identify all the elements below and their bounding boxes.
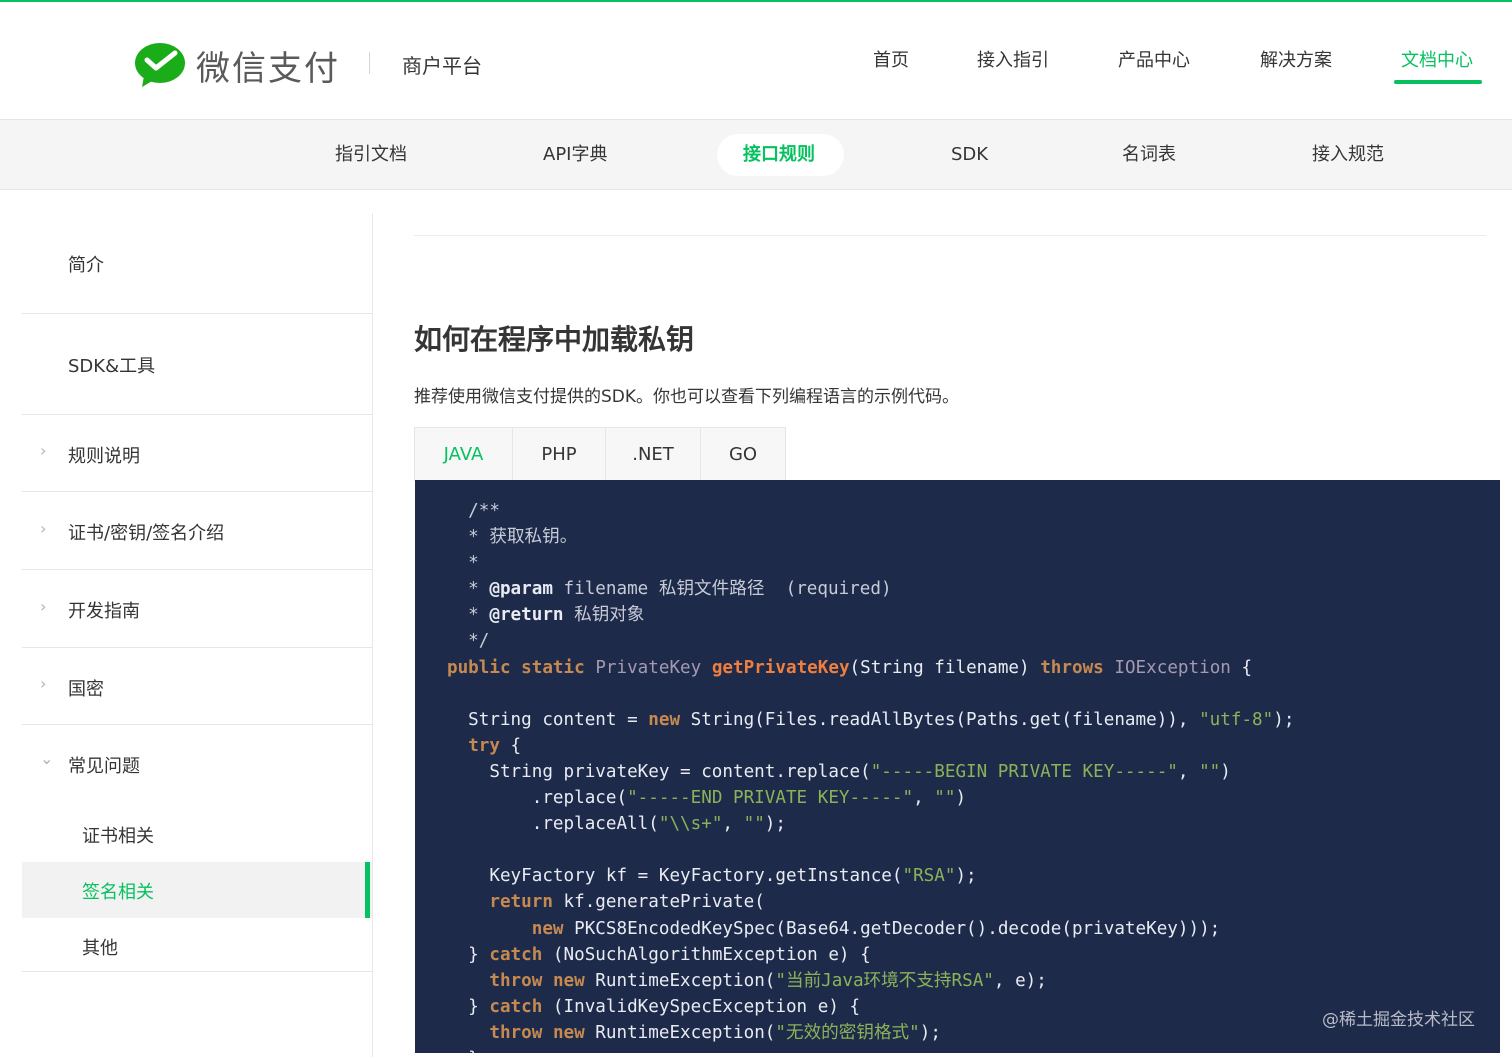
sidebar-subitem-cert[interactable]: 证书相关 [22, 806, 372, 862]
tab-glossary[interactable]: 名词表 [1122, 120, 1176, 189]
doc-subnav: 指引文档 API字典 接口规则 SDK 名词表 接入规范 [0, 120, 1512, 190]
active-indicator [365, 862, 370, 918]
chevron-right-icon: › [40, 519, 47, 538]
tab-interface-rules[interactable]: 接口规则 [743, 120, 815, 189]
tab-dotnet[interactable]: .NET [606, 428, 701, 481]
nav-access-guide[interactable]: 接入指引 [977, 46, 1049, 72]
sidebar-item-dev-guide[interactable]: › 开发指南 [22, 570, 372, 648]
sidebar-item-label: 国密 [68, 679, 104, 700]
sidebar-item-label: 证书/密钥/签名介绍 [68, 523, 225, 544]
sidebar-item-label: 简介 [68, 255, 104, 276]
sidebar-item-label: 开发指南 [68, 601, 140, 622]
tab-access-spec[interactable]: 接入规范 [1312, 120, 1384, 189]
sidebar-subitem-label: 其他 [82, 938, 118, 959]
chevron-right-icon: › [40, 441, 47, 460]
sidebar-item-label: 常见问题 [68, 756, 140, 777]
sidebar-item-rules[interactable]: › 规则说明 [22, 415, 372, 492]
sidebar-subitem-other[interactable]: 其他 [22, 918, 372, 974]
code-line: * @return 私钥对象 [447, 605, 645, 626]
tab-php[interactable]: PHP [513, 428, 606, 481]
code-line: try { [468, 735, 522, 756]
sidebar: 简介 SDK&工具 › 规则说明 › 证书/密钥/签名介绍 › 开发指南 › 国… [22, 213, 372, 1057]
chevron-down-icon: ⌄ [40, 749, 54, 768]
nav-home[interactable]: 首页 [873, 46, 909, 72]
code-line: } catch (InvalidKeySpecException e) { [447, 996, 861, 1017]
code-line: * 获取私钥。 [447, 527, 578, 548]
tab-guide-docs[interactable]: 指引文档 [335, 120, 407, 189]
sidebar-item-faq[interactable]: ⌄ 常见问题 证书相关 签名相关 其他 [22, 725, 372, 972]
code-line: String content = new String(Files.readAl… [447, 709, 1295, 730]
tab-sdk[interactable]: SDK [951, 120, 988, 189]
sidebar-subitem-label: 证书相关 [82, 826, 154, 847]
code-line: * [447, 553, 479, 574]
sidebar-item-national-crypto[interactable]: › 国密 [22, 648, 372, 725]
nav-active-underline [1394, 80, 1482, 84]
sidebar-item-sdk-tools[interactable]: SDK&工具 [22, 314, 372, 415]
code-line: new PKCS8EncodedKeySpec(Base64.getDecode… [531, 918, 1221, 939]
code-line: throw new RuntimeException("无效的密钥格式"); [489, 1022, 941, 1043]
nav-doc-center[interactable]: 文档中心 [1401, 46, 1473, 72]
code-line: public static PrivateKey getPrivateKey(S… [447, 657, 1253, 678]
sidebar-item-label: SDK&工具 [68, 356, 156, 377]
watermark: @稀土掘金技术社区 [1322, 1010, 1475, 1030]
code-line: /** [447, 501, 500, 521]
code-line: * @param filename 私钥文件路径 (required) [447, 579, 892, 600]
code-line: */ [447, 631, 490, 652]
code-line: return kf.generatePrivate( [489, 892, 765, 913]
sidebar-divider [372, 213, 373, 1057]
chevron-right-icon: › [40, 674, 47, 693]
sidebar-item-label: 规则说明 [68, 446, 140, 467]
tab-go[interactable]: GO [701, 428, 785, 481]
code-content: /** * 获取私钥。 * * @param filename 私钥文件路径 (… [447, 498, 1294, 1053]
site-header: 微信支付 商户平台 首页 接入指引 产品中心 解决方案 文档中心 [0, 2, 1512, 120]
tab-api-dictionary[interactable]: API字典 [543, 120, 607, 189]
nav-product-center[interactable]: 产品中心 [1118, 46, 1190, 72]
code-language-tabs: JAVA PHP .NET GO [414, 427, 786, 481]
sidebar-item-cert-key-sign[interactable]: › 证书/密钥/签名介绍 [22, 492, 372, 570]
code-line: .replaceAll("\\s+", ""); [447, 814, 786, 835]
code-line: String privateKey = content.replace("---… [447, 761, 1231, 782]
code-line: .replace("-----END PRIVATE KEY-----", ""… [447, 788, 967, 809]
content-divider [414, 235, 1486, 236]
chevron-right-icon: › [40, 597, 47, 616]
sidebar-subitem-signature[interactable]: 签名相关 [22, 862, 372, 918]
sidebar-subitem-label: 签名相关 [82, 882, 154, 903]
tab-java[interactable]: JAVA [415, 428, 513, 481]
intro-text: 推荐使用微信支付提供的SDK。你也可以查看下列编程语言的示例代码。 [414, 387, 960, 407]
code-line: } catch (NoSuchAlgorithmException e) { [447, 944, 871, 965]
nav-solutions[interactable]: 解决方案 [1260, 46, 1332, 72]
code-line: KeyFactory kf = KeyFactory.getInstance("… [447, 866, 977, 887]
code-block[interactable]: /** * 获取私钥。 * * @param filename 私钥文件路径 (… [415, 480, 1500, 1053]
top-nav: 首页 接入指引 产品中心 解决方案 文档中心 [0, 46, 1512, 86]
sidebar-item-intro[interactable]: 简介 [22, 213, 372, 314]
code-line: } [447, 1049, 479, 1053]
code-line: throw new RuntimeException("当前Java环境不支持R… [489, 970, 1047, 991]
page-title: 如何在程序中加载私钥 [414, 323, 695, 356]
